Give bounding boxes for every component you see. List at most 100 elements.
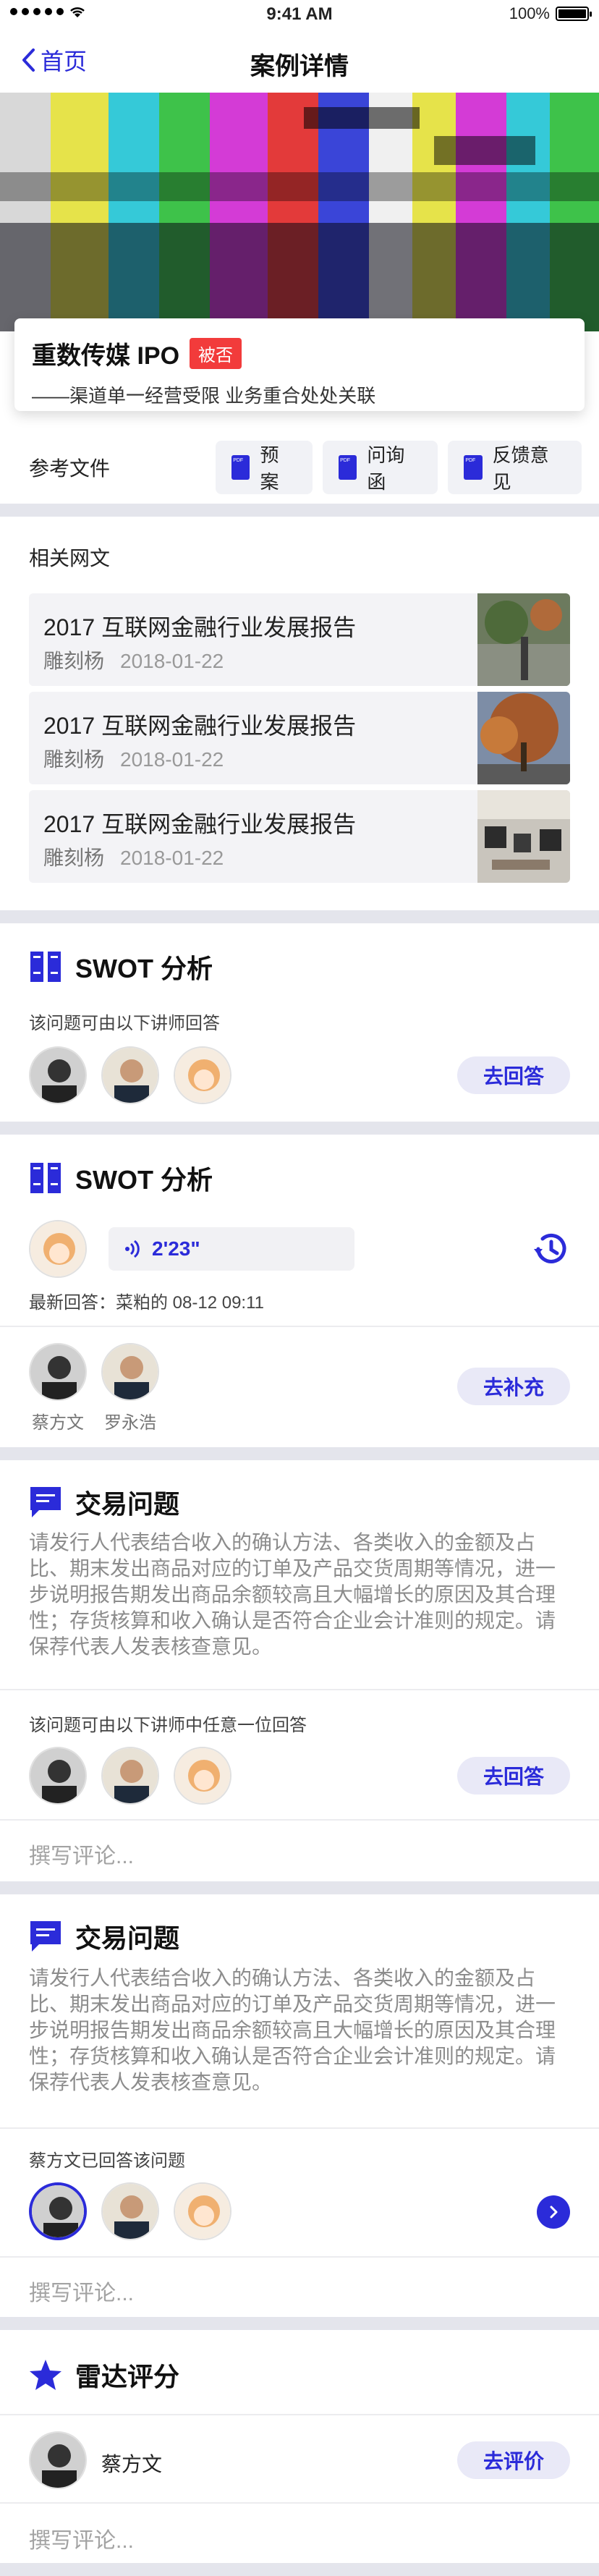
avatar[interactable] xyxy=(174,1046,231,1104)
ref-plan-button[interactable]: 预案 xyxy=(216,441,313,494)
avatar[interactable] xyxy=(101,2182,159,2240)
swot-header: SWOT 分析 xyxy=(29,948,213,986)
page-title: 案例详情 xyxy=(250,53,349,80)
articles-heading: 相关网文 xyxy=(29,547,111,569)
section-title: SWOT 分析 xyxy=(75,1165,213,1195)
battery-icon xyxy=(556,7,592,21)
status-bar: 9:41 AM 100% xyxy=(0,0,599,29)
article-title: 2017 互联网金融行业发展报告 xyxy=(43,713,357,739)
answer-note: 该问题可由以下讲师回答 xyxy=(29,1014,220,1033)
answer-button[interactable]: 去回答 xyxy=(456,1056,570,1094)
section-divider xyxy=(0,1447,599,1460)
article-date: 2018-01-22 xyxy=(120,650,224,672)
latest-answer-info: 最新回答：菜粕的 08-12 09:11 xyxy=(29,1293,264,1313)
section-divider xyxy=(0,1881,599,1894)
lecturer-name: 蔡方文 xyxy=(32,1413,84,1433)
ref-label: 预案 xyxy=(260,444,279,493)
article-author: 雕刻杨 xyxy=(43,847,105,869)
supplement-avatars xyxy=(29,1343,159,1401)
lecturer-name: 罗永浩 xyxy=(104,1413,156,1433)
supplement-button[interactable]: 去补充 xyxy=(456,1368,570,1405)
voice-answer-player[interactable]: 2'23" xyxy=(109,1227,354,1271)
avatar[interactable] xyxy=(174,2182,231,2240)
article-thumbnail xyxy=(477,790,570,883)
section-divider xyxy=(0,910,599,923)
section-title: 雷达评分 xyxy=(75,2362,180,2391)
swot-icon xyxy=(30,952,61,982)
pdf-icon xyxy=(464,455,483,480)
avatar[interactable] xyxy=(101,1747,159,1805)
avatar[interactable] xyxy=(174,1747,231,1805)
next-button[interactable] xyxy=(537,2195,570,2229)
case-card: 重数传媒 IPO 被否 ——渠道单一经营受限 业务重合处处关联 xyxy=(14,318,585,411)
row-divider xyxy=(0,1326,599,1327)
row-divider xyxy=(0,2414,599,2415)
battery-indicator: 100% xyxy=(509,4,592,23)
answer-note: 该问题可由以下讲师中任意一位回答 xyxy=(29,1716,307,1735)
avatar[interactable] xyxy=(29,2182,87,2240)
rate-button[interactable]: 去评价 xyxy=(456,2441,570,2479)
article-thumbnail xyxy=(477,692,570,784)
answered-note: 蔡方文已回答该问题 xyxy=(29,2151,185,2171)
status-badge: 被否 xyxy=(190,338,242,369)
voice-duration: 2'23" xyxy=(152,1237,200,1260)
row-divider xyxy=(0,2502,599,2504)
article-item[interactable]: 2017 互联网金融行业发展报告 雕刻杨 2018-01-22 xyxy=(29,593,570,686)
ref-label: 反馈意见 xyxy=(492,444,549,493)
section-divider xyxy=(0,2563,599,2576)
avatar[interactable] xyxy=(29,1747,87,1805)
reference-label: 参考文件 xyxy=(29,457,111,480)
section-divider xyxy=(0,2317,599,2330)
chat-icon xyxy=(30,1921,61,1952)
hero-image xyxy=(0,93,599,331)
row-divider xyxy=(0,2127,599,2129)
ref-label: 问询函 xyxy=(367,444,405,493)
article-date: 2018-01-22 xyxy=(120,847,224,869)
article-author: 雕刻杨 xyxy=(43,748,105,771)
section-title: SWOT 分析 xyxy=(75,954,213,983)
case-subtitle: ——渠道单一经营受限 业务重合处处关联 xyxy=(32,385,376,407)
answerer-avatar xyxy=(29,1220,87,1278)
answer-button[interactable]: 去回答 xyxy=(456,1757,570,1795)
avatar[interactable] xyxy=(101,1343,159,1401)
rated-person-name: 蔡方文 xyxy=(101,2453,163,2475)
comment-input[interactable]: 撰写评论... xyxy=(29,1838,134,1870)
pdf-icon xyxy=(339,455,357,480)
nav-bar: 首页 案例详情 xyxy=(0,29,599,93)
article-item[interactable]: 2017 互联网金融行业发展报告 雕刻杨 2018-01-22 xyxy=(29,692,570,784)
article-date: 2018-01-22 xyxy=(120,748,224,771)
audio-wave-icon xyxy=(125,1240,140,1258)
section-divider xyxy=(0,1122,599,1135)
history-icon[interactable] xyxy=(530,1227,573,1271)
article-title: 2017 互联网金融行业发展报告 xyxy=(43,811,357,837)
comment-input[interactable]: 撰写评论... xyxy=(29,2522,134,2554)
section-title: 交易问题 xyxy=(75,1923,180,1953)
row-divider xyxy=(0,1819,599,1821)
avatar[interactable] xyxy=(101,1046,159,1104)
lecturer-avatars xyxy=(29,2182,231,2240)
avatar[interactable] xyxy=(29,1046,87,1104)
star-icon xyxy=(30,2360,61,2390)
article-thumbnail xyxy=(477,593,570,686)
section-title: 交易问题 xyxy=(75,1489,180,1519)
trade-header: 交易问题 xyxy=(29,1483,179,1521)
ref-feedback-button[interactable]: 反馈意见 xyxy=(448,441,582,494)
trade-header: 交易问题 xyxy=(29,1918,179,1955)
question-text: 请发行人代表结合收入的确认方法、各类收入的金额及占比、期末发出商品对应的订单及产… xyxy=(29,1531,556,1658)
case-title: 重数传媒 IPO xyxy=(32,342,180,370)
lecturer-avatars xyxy=(29,1046,231,1104)
question-text: 请发行人代表结合收入的确认方法、各类收入的金额及占比、期末发出商品对应的订单及产… xyxy=(29,1967,556,2093)
swot-header: SWOT 分析 xyxy=(29,1159,213,1197)
next-arrow-icon xyxy=(550,2206,558,2219)
rated-person-avatar xyxy=(29,2431,87,2489)
ref-inquiry-button[interactable]: 问询函 xyxy=(323,441,438,494)
avatar[interactable] xyxy=(29,2431,87,2489)
article-item[interactable]: 2017 互联网金融行业发展报告 雕刻杨 2018-01-22 xyxy=(29,790,570,883)
avatar[interactable] xyxy=(29,1220,87,1278)
reference-files: 参考文件 预案 问询函 反馈意见 xyxy=(0,434,599,501)
section-divider xyxy=(0,504,599,517)
comment-input[interactable]: 撰写评论... xyxy=(29,2275,134,2307)
lecturer-avatars xyxy=(29,1747,231,1805)
article-title: 2017 互联网金融行业发展报告 xyxy=(43,614,357,640)
avatar[interactable] xyxy=(29,1343,87,1401)
